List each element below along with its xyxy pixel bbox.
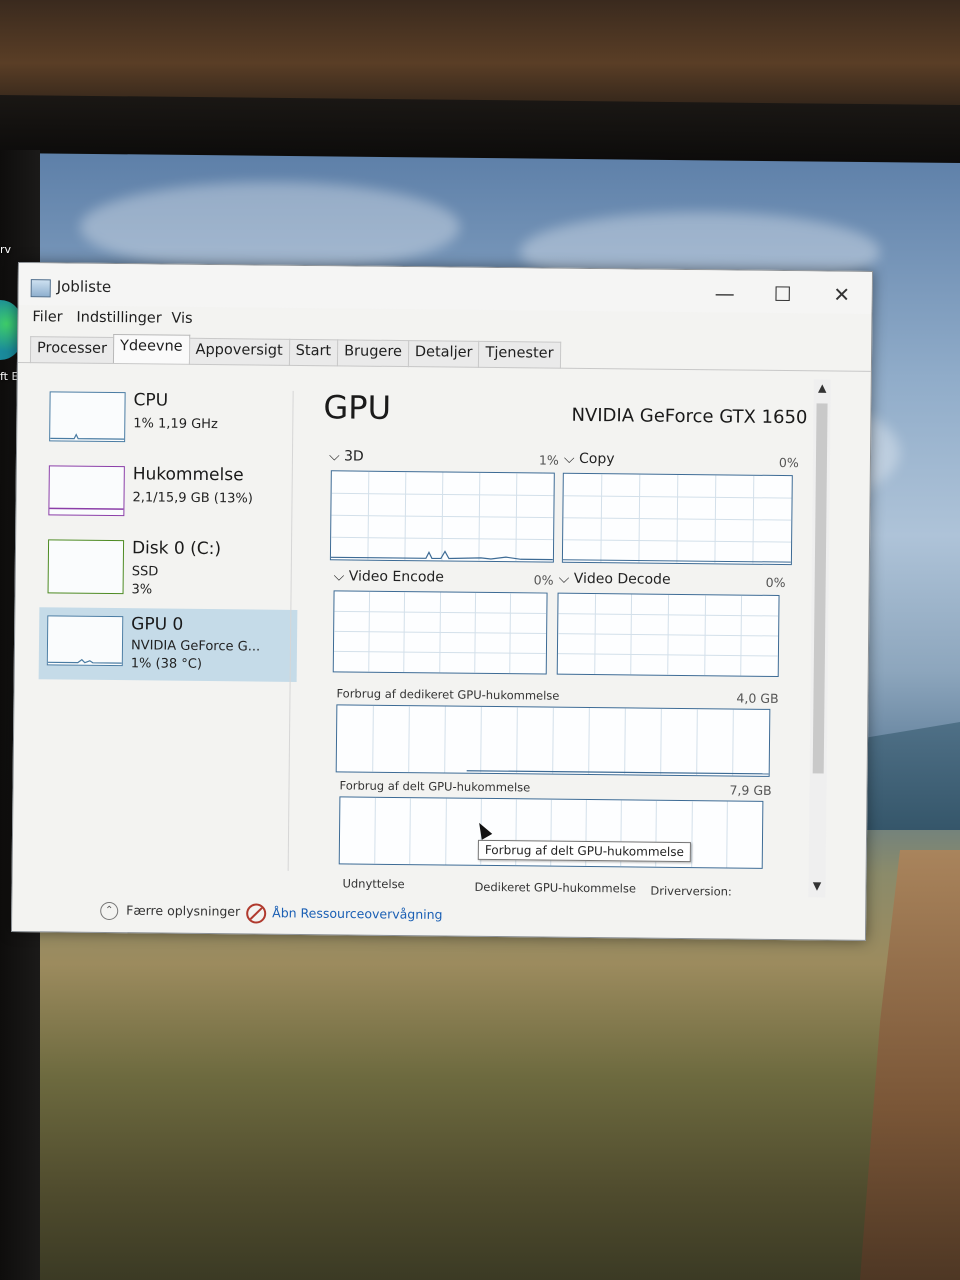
menu-filer[interactable]: Filer — [32, 309, 62, 325]
engine-selector-video-encode[interactable]: ⌵ Video Encode — [334, 568, 444, 585]
cloud — [80, 182, 460, 272]
sidebar-item-detail: 2,1/15,9 GB (13%) — [132, 490, 253, 507]
scroll-down-icon[interactable]: ▼ — [808, 877, 825, 895]
tab-ydeevne[interactable]: Ydeevne — [112, 334, 190, 365]
tab-appoversigt[interactable]: Appoversigt — [188, 337, 290, 366]
menu-vis[interactable]: Vis — [171, 311, 192, 327]
graph-copy — [561, 472, 793, 566]
resource-monitor-icon — [246, 903, 267, 924]
chevron-down-icon: ⌵ — [328, 448, 345, 465]
gpu-model-name: NVIDIA GeForce GTX 1650 — [571, 404, 808, 429]
utilization-label: Udnyttelse — [342, 876, 405, 892]
sidebar-item-detail: NVIDIA GeForce G... — [130, 638, 261, 655]
sidebar-item-gpu[interactable]: GPU 0 NVIDIA GeForce G... 1% (38 °C) — [38, 607, 298, 682]
menu-indstillinger[interactable]: Indstillinger — [76, 310, 161, 327]
resource-monitor-link[interactable]: Åbn Ressourceovervågning — [246, 903, 443, 925]
sidebar-item-detail: 1% 1,19 GHz — [133, 416, 218, 433]
engine-percent: 0% — [778, 454, 799, 471]
engine-percent: 1% — [538, 452, 559, 468]
sidebar-item-disk[interactable]: Disk 0 (C:) SSD 3% — [39, 531, 298, 604]
shared-memory-label: Forbrug af delt GPU-hukommelse — [339, 778, 531, 795]
engine-label: Video Encode — [348, 568, 445, 586]
fewer-details-label: Færre oplysninger — [126, 902, 241, 919]
tab-tjenester[interactable]: Tjenester — [478, 340, 561, 369]
sidebar-item-name: Disk 0 (C:) — [131, 538, 222, 560]
engine-percent: 0% — [765, 574, 786, 591]
chevron-up-circle-icon: ⌃ — [100, 901, 119, 921]
memory-thumbnail-graph — [48, 465, 125, 517]
dedicated-memory-label: Forbrug af dedikeret GPU-hukommelse — [336, 686, 560, 703]
engine-selector-video-decode[interactable]: ⌵ Video Decode — [559, 571, 671, 588]
sidebar-item-name: CPU — [133, 390, 169, 411]
cpu-thumbnail-graph — [49, 391, 126, 443]
engine-label: Video Decode — [573, 570, 671, 588]
engine-label: Copy — [578, 450, 615, 468]
disk-thumbnail-graph — [47, 539, 125, 595]
engine-selector-3d[interactable]: ⌵ 3D — [329, 448, 364, 464]
title-bar[interactable]: Jobliste — ☐ ✕ — [18, 263, 872, 314]
gpu-thumbnail-graph — [46, 615, 124, 667]
maximize-button[interactable]: ☐ — [755, 279, 811, 310]
engine-percent: 0% — [533, 572, 554, 588]
tooltip: Forbrug af delt GPU-hukommelse — [477, 839, 692, 863]
task-manager-window: Jobliste — ☐ ✕ Filer Indstillinger Vis P… — [10, 262, 873, 941]
scroll-up-icon[interactable]: ▲ — [814, 379, 831, 397]
chevron-down-icon: ⌵ — [563, 450, 580, 467]
chevron-down-icon: ⌵ — [558, 570, 574, 587]
sidebar-item-detail: 1% (38 °C) — [130, 656, 203, 672]
shared-memory-max: 7,9 GB — [729, 782, 772, 798]
graph-video-decode — [556, 592, 780, 677]
dedicated-memory-max: 4,0 GB — [736, 690, 779, 706]
sidebar-item-detail: SSD — [131, 564, 159, 580]
resource-sidebar: CPU 1% 1,19 GHz Hukommelse 2,1/15,9 GB (… — [13, 371, 303, 884]
page-title: GPU — [323, 388, 392, 427]
tab-start[interactable]: Start — [288, 338, 339, 367]
minimize-button[interactable]: — — [697, 278, 753, 309]
sidebar-item-cpu[interactable]: CPU 1% 1,19 GHz — [41, 383, 300, 456]
scrollbar-thumb[interactable] — [812, 403, 828, 774]
engine-selector-copy[interactable]: ⌵ Copy — [564, 451, 615, 468]
resource-monitor-label: Åbn Ressourceovervågning — [272, 905, 443, 922]
vertical-scrollbar[interactable]: ▲ ▼ — [808, 379, 831, 898]
task-manager-icon — [30, 279, 51, 298]
sidebar-item-memory[interactable]: Hukommelse 2,1/15,9 GB (13%) — [40, 457, 299, 530]
gpu-detail-panel: GPU NVIDIA GeForce GTX 1650 ⌵ 3D 1% ⌵ Co… — [312, 374, 807, 899]
sidebar-item-name: Hukommelse — [132, 464, 244, 486]
tab-detaljer[interactable]: Detaljer — [407, 340, 480, 368]
tab-processer[interactable]: Processer — [29, 336, 115, 365]
graph-video-encode — [332, 590, 548, 675]
close-button[interactable]: ✕ — [814, 279, 870, 310]
fewer-details-button[interactable]: ⌃ Færre oplysninger — [100, 901, 241, 921]
monitor-bezel-top — [0, 94, 960, 164]
desktop-icon-label: rv — [0, 243, 12, 256]
graph-3d — [329, 470, 555, 563]
engine-label: 3D — [343, 448, 364, 465]
sidebar-item-detail: 3% — [131, 582, 153, 598]
graph-dedicated-memory — [335, 704, 771, 777]
window-title: Jobliste — [56, 277, 112, 296]
sidebar-item-name: GPU 0 — [131, 614, 184, 635]
tab-brugere[interactable]: Brugere — [336, 339, 410, 368]
window-footer: ⌃ Færre oplysninger Åbn Ressourceovervågn… — [12, 891, 865, 940]
dedicated-memory-stat-label: Dedikeret GPU-hukommelse — [474, 879, 637, 896]
chevron-down-icon: ⌵ — [333, 568, 349, 585]
driver-version-label: Driverversion: — [650, 883, 732, 899]
